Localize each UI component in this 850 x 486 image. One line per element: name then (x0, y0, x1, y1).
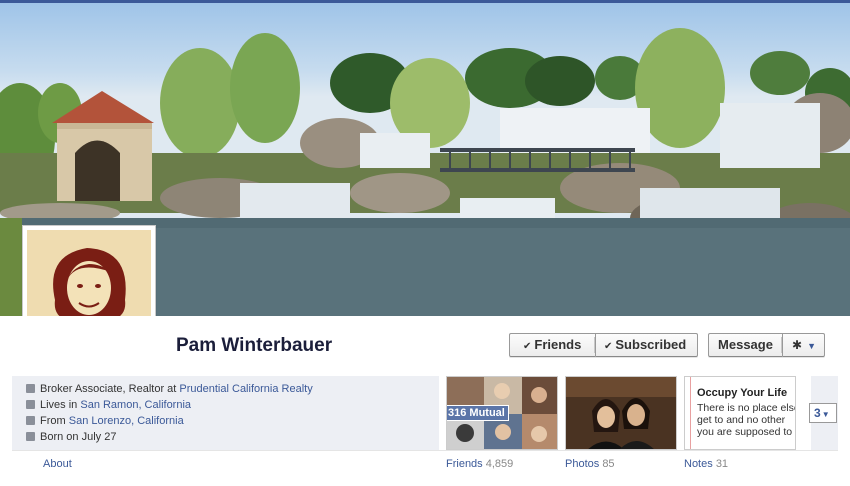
subscribed-button-label: Subscribed (615, 337, 687, 352)
lives-text: Lives in (40, 399, 81, 411)
profile-info-area: Broker Associate, Realtor at Prudential … (0, 376, 850, 486)
profile-name[interactable]: Pam Winterbauer (176, 335, 332, 357)
notes-count: 31 (715, 458, 729, 470)
friends-count: 4,859 (485, 458, 514, 470)
message-button-label: Message (718, 337, 773, 352)
subscribed-button[interactable]: ✔ Subscribed (595, 333, 698, 357)
photos-count: 85 (602, 458, 615, 470)
notes-nav-link[interactable]: Notes 31 (684, 458, 728, 470)
notes-excerpt-line: There is no place else (697, 402, 796, 414)
photos-nav-link[interactable]: Photos 85 (565, 458, 615, 470)
divider (12, 450, 838, 451)
lives-line: Lives in San Ramon, California (26, 397, 191, 413)
settings-dropdown-button[interactable]: ✱ ▼ (782, 333, 825, 357)
from-text: From (40, 415, 69, 427)
from-line: From San Lorenzo, California (26, 413, 184, 429)
friends-button[interactable]: ✔ Friends (509, 333, 595, 357)
check-icon: ✔ (604, 341, 613, 352)
born-text: Born on July 27 (40, 431, 117, 443)
notes-title: Occupy Your Life (697, 387, 788, 399)
born-line: Born on July 27 (26, 429, 116, 445)
work-link[interactable]: Prudential California Realty (179, 383, 312, 395)
photos-nav-label: Photos (565, 458, 600, 470)
friends-button-label: Friends (534, 337, 582, 352)
notes-thumbnail[interactable]: Occupy Your Life There is no place else … (684, 376, 796, 450)
work-line: Broker Associate, Realtor at Prudential … (26, 381, 313, 397)
notes-excerpt-line: get to and no other (697, 414, 786, 426)
friends-nav-link[interactable]: Friends 4,859 (446, 458, 513, 470)
more-sections-button[interactable]: 3▼ (809, 403, 837, 423)
notes-excerpt-line: you are supposed to (697, 426, 793, 438)
chevron-down-icon: ▼ (807, 341, 816, 351)
briefcase-icon (26, 384, 35, 393)
lives-link[interactable]: San Ramon, California (80, 399, 191, 411)
location-icon (26, 416, 35, 425)
chevron-down-icon: ▼ (821, 410, 830, 419)
from-link[interactable]: San Lorenzo, California (69, 415, 184, 427)
work-text: Broker Associate, Realtor at (40, 383, 180, 395)
calendar-icon (26, 432, 35, 441)
notes-margin-line (690, 377, 691, 449)
check-icon: ✔ (523, 341, 532, 352)
notes-excerpt: There is no place else get to and no oth… (697, 402, 796, 438)
notes-nav-label: Notes (684, 458, 713, 470)
more-count: 3 (814, 406, 821, 420)
more-sections: 3▼ (809, 376, 838, 450)
mutual-friends-badge: 316 Mutual (447, 405, 509, 421)
photos-thumbnail[interactable] (565, 376, 677, 450)
photos-preview (566, 377, 676, 449)
profile-header: Pam Winterbauer ✔ Friends ✔ Subscribed Mes… (0, 316, 850, 376)
about-link[interactable]: About (43, 458, 72, 470)
home-icon (26, 400, 35, 409)
gear-icon: ✱ (792, 338, 803, 352)
message-button[interactable]: Message (708, 333, 782, 357)
friends-nav-label: Friends (446, 458, 483, 470)
friends-thumbnail[interactable]: 316 Mutual (446, 376, 558, 450)
info-summary: Broker Associate, Realtor at Prudential … (12, 376, 439, 450)
